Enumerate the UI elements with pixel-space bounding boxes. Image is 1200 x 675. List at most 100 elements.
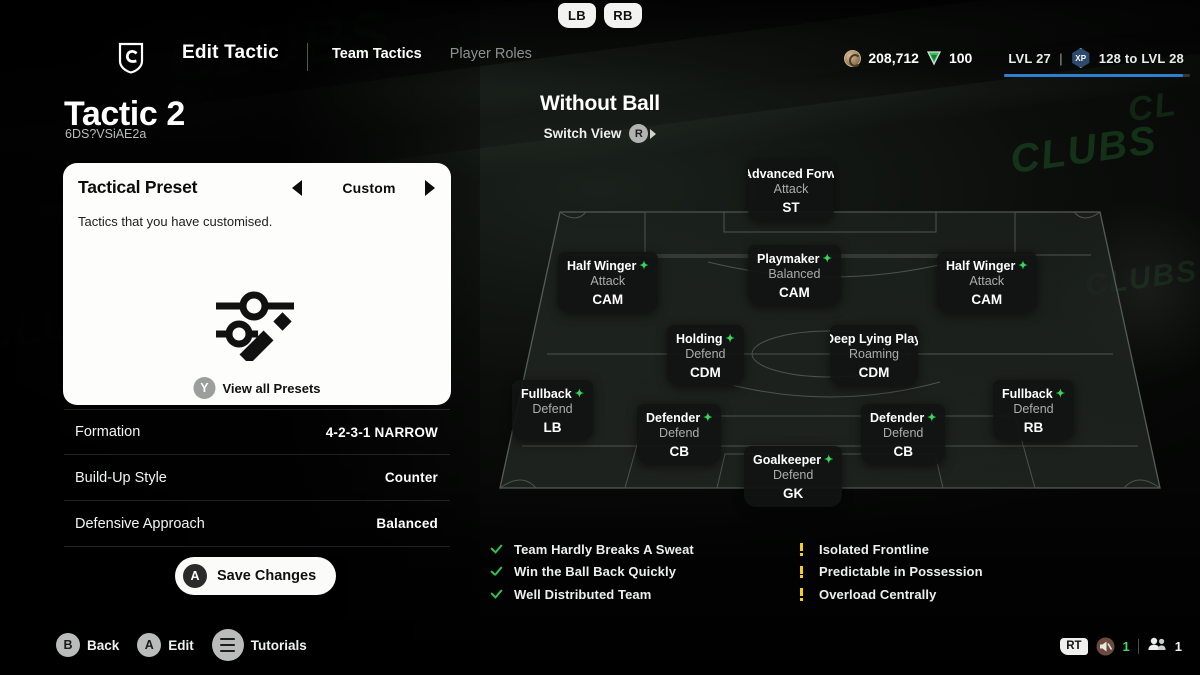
a-button-icon: A [183, 564, 207, 588]
player-position: GK [783, 486, 804, 501]
level-progress: LVL 27 | XP 128 to LVL 28 [1004, 48, 1191, 77]
level-label: LVL 27 [1008, 50, 1051, 66]
player-card-cdm-right[interactable]: Deep Lying Playmaker ✦ Roaming CDM [830, 325, 918, 386]
bumper-lb[interactable]: LB [558, 3, 596, 28]
footer-tutorials-label: Tutorials [250, 637, 307, 653]
gem-amount: 100 [948, 50, 973, 66]
player-card-cam-center[interactable]: Playmaker ✦ Balanced CAM [748, 245, 841, 306]
footer-tutorials-button[interactable]: Tutorials [211, 629, 307, 661]
view-all-presets-button[interactable]: Y View all Presets [193, 377, 321, 399]
warning-icon [795, 588, 808, 601]
switch-view-control[interactable]: Switch View R [0, 124, 1200, 143]
footer-back-button[interactable]: B Back [56, 633, 119, 657]
player-role-label: Half Winger [567, 259, 637, 273]
xp-progress-bar [1004, 74, 1191, 77]
check-icon [490, 544, 503, 554]
player-card-gk[interactable]: Goalkeeper ✦ Defend GK [744, 446, 843, 507]
bumper-rb[interactable]: RB [604, 3, 642, 28]
check-icon [490, 589, 503, 599]
role-plus-icon: ✦ [927, 411, 937, 424]
player-card-cdm-left[interactable]: Holding ✦ Defend CDM [667, 325, 744, 386]
feedback-label: Predictable in Possession [819, 564, 983, 580]
tab-team-tactics[interactable]: Team Tactics [332, 46, 422, 62]
feedback-label: Isolated Frontline [819, 541, 930, 557]
player-focus: Roaming [848, 347, 900, 361]
player-position: RB [1023, 420, 1044, 435]
setting-row-formation[interactable]: Formation 4-2-3-1 NARROW [64, 409, 450, 455]
player-role: Deep Lying Playmaker ✦ [830, 332, 918, 346]
player-role-label: Fullback [521, 387, 572, 401]
gem-icon [926, 50, 942, 66]
coin-icon [844, 49, 862, 67]
feedback-label: Well Distributed Team [514, 586, 652, 602]
player-focus: Defend [532, 402, 573, 416]
player-role-label: Defender [870, 411, 925, 425]
preset-selected-value[interactable]: Custom [319, 180, 419, 196]
player-card-rb[interactable]: Fullback ✦ Defend RB [993, 380, 1074, 441]
player-focus: Attack [969, 274, 1005, 288]
feedback-weakness-item: Overload Centrally [795, 583, 1100, 606]
mic-muted-icon[interactable] [1096, 637, 1115, 656]
player-focus: Defend [1013, 402, 1054, 416]
feedback-strength-item: Team Hardly Breaks A Sweat [490, 538, 795, 561]
player-card-st[interactable]: Advanced Forward ✦ Attack ST [748, 160, 834, 221]
role-plus-icon: ✦ [1055, 387, 1065, 400]
player-role: Half Winger ✦ [567, 259, 649, 273]
player-card-cam-left[interactable]: Half Winger ✦ Attack CAM [558, 252, 658, 313]
preset-next-arrow-icon[interactable] [425, 180, 435, 196]
role-plus-icon: ✦ [824, 453, 834, 466]
feedback-strength-item: Well Distributed Team [490, 583, 795, 606]
feedback-strengths-column: Team Hardly Breaks A Sweat Win the Ball … [490, 538, 795, 606]
level-separator: | [1058, 50, 1063, 66]
coin-amount: 208,712 [868, 50, 919, 66]
feedback-weakness-item: Isolated Frontline [795, 538, 1100, 561]
player-focus: Defend [659, 426, 700, 440]
tactical-preset-title: Tactical Preset [78, 177, 198, 197]
footer-bar: B Back A Edit Tutorials [56, 629, 315, 661]
feedback-label: Team Hardly Breaks A Sweat [514, 541, 694, 557]
role-plus-icon: ✦ [574, 387, 584, 400]
tactic-feedback: Team Hardly Breaks A Sweat Win the Ball … [490, 538, 1190, 606]
setting-label: Defensive Approach [75, 515, 205, 532]
player-focus: Defend [685, 347, 726, 361]
player-role: Half Winger ✦ [946, 259, 1028, 273]
warning-icon [795, 543, 808, 556]
player-position: ST [782, 200, 800, 215]
player-position: CAM [779, 285, 810, 300]
y-button-icon: Y [193, 377, 216, 399]
save-changes-label: Save Changes [217, 568, 317, 584]
preset-previous-arrow-icon[interactable] [292, 180, 302, 196]
footer-edit-button[interactable]: A Edit [137, 633, 194, 657]
player-focus: Defend [883, 426, 924, 440]
sliders-wand-icon [214, 289, 300, 365]
setting-row-defensive-approach[interactable]: Defensive Approach Balanced [64, 501, 450, 547]
player-card-lb[interactable]: Fullback ✦ Defend LB [512, 380, 593, 441]
player-position: LB [543, 420, 562, 435]
setting-label: Build-Up Style [75, 469, 167, 486]
player-position: CDM [689, 365, 721, 380]
player-role: Defender ✦ [646, 411, 712, 425]
player-card-cb-left[interactable]: Defender ✦ Defend CB [637, 404, 722, 465]
role-plus-icon: ✦ [822, 252, 832, 265]
header-divider [307, 43, 308, 71]
switch-view-button[interactable]: R [629, 124, 657, 143]
party-count: 1 [1174, 639, 1182, 654]
player-position: CB [893, 444, 913, 459]
save-changes-button[interactable]: A Save Changes [175, 557, 337, 595]
player-role-label: Holding [676, 332, 723, 346]
setting-row-build-up-style[interactable]: Build-Up Style Counter [64, 455, 450, 501]
player-card-cb-right[interactable]: Defender ✦ Defend CB [861, 404, 946, 465]
xp-progress-fill [1004, 74, 1183, 77]
currency-group: 208,712 100 [844, 49, 973, 67]
footer-edit-label: Edit [168, 637, 194, 653]
player-card-cam-right[interactable]: Half Winger ✦ Attack CAM [937, 252, 1037, 313]
footer-back-label: Back [87, 637, 120, 653]
role-plus-icon: ✦ [1018, 259, 1028, 272]
menu-icon [211, 629, 244, 661]
role-plus-icon: ✦ [639, 259, 649, 272]
player-position: CAM [971, 292, 1003, 307]
setting-value: 4-2-3-1 NARROW [325, 424, 438, 440]
tab-player-roles[interactable]: Player Roles [450, 46, 532, 62]
rt-trigger-icon[interactable]: RT [1060, 638, 1088, 655]
player-role: Holding ✦ [676, 332, 735, 346]
